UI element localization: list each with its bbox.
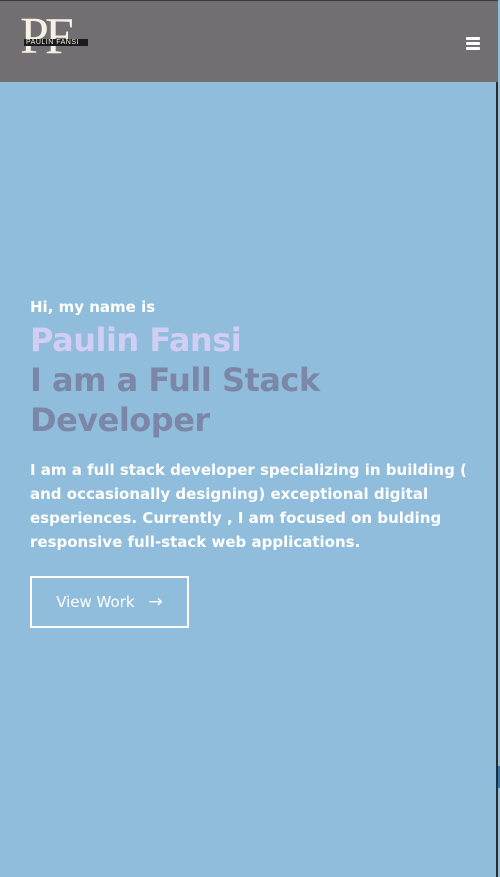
hero-section: Hi, my name is Paulin Fansi I am a Full … <box>30 296 480 554</box>
site-header: PF PAULIN FANSI <box>0 0 498 82</box>
site-logo[interactable]: PF PAULIN FANSI <box>20 11 90 65</box>
hero-name: Paulin Fansi <box>30 321 242 359</box>
menu-line <box>466 37 480 40</box>
hero-role: I am a Full Stack Developer <box>30 361 320 439</box>
logo-monogram: PF <box>20 8 74 65</box>
arrow-right-icon: → <box>148 592 163 612</box>
page: PF PAULIN FANSI Hi, my name is Paulin Fa… <box>0 0 498 877</box>
logo-text: PAULIN FANSI <box>26 39 79 46</box>
view-work-button[interactable]: View Work → <box>30 576 189 628</box>
hero-bio: I am a full stack developer specializing… <box>30 461 467 551</box>
hamburger-menu-icon[interactable] <box>466 36 482 50</box>
view-work-label: View Work <box>56 593 135 611</box>
menu-line <box>466 42 480 45</box>
greeting-text: Hi, my name is <box>30 298 156 316</box>
menu-line <box>466 47 480 50</box>
